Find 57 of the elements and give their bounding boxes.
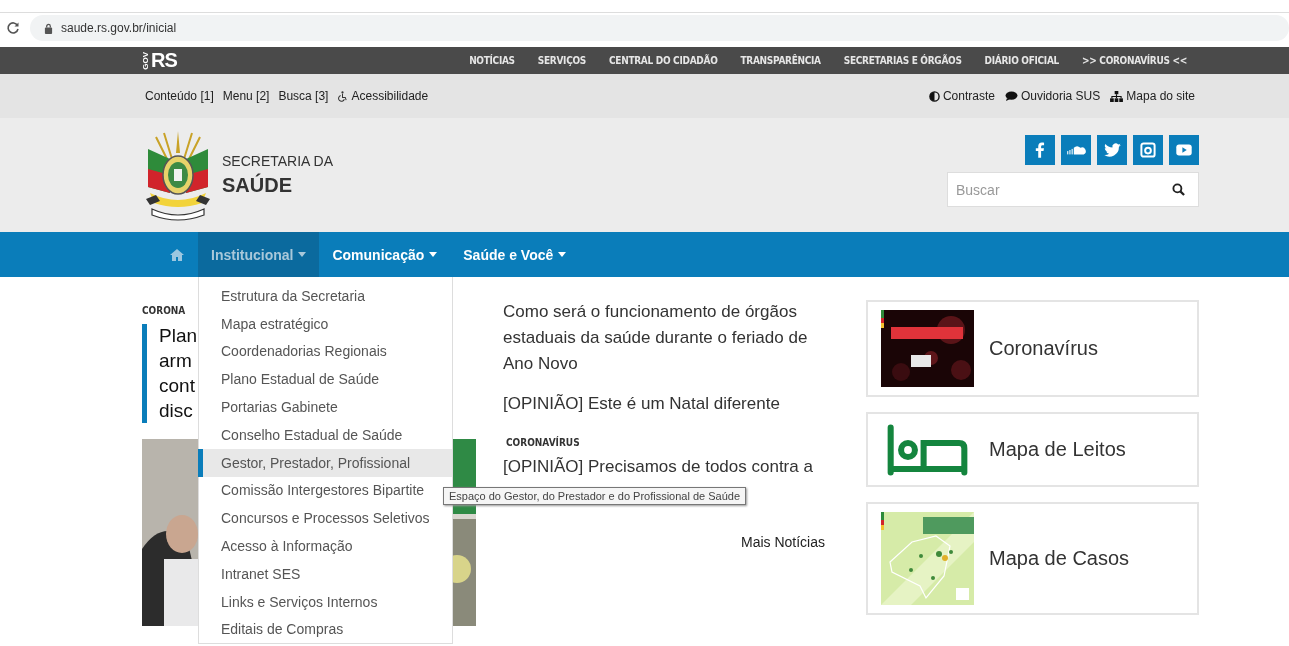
news-link[interactable]: [OPINIÃO] Precisamos de todos contra a xyxy=(503,454,830,480)
accessibility-link[interactable]: Conteúdo [1] xyxy=(145,89,214,103)
top-nav-link[interactable]: >> CORONAVÍRUS << xyxy=(1082,55,1187,66)
caret-icon xyxy=(558,252,567,257)
wheelchair-icon xyxy=(337,90,349,102)
accessibility-link[interactable]: Menu [2] xyxy=(222,89,270,103)
dropdown-item[interactable]: Portarias Gabinete xyxy=(198,393,452,421)
header-title: SAÚDE xyxy=(222,174,293,197)
lock-icon xyxy=(44,22,53,34)
top-nav-link[interactable]: DIÁRIO OFICIAL xyxy=(984,55,1059,66)
dropdown-item[interactable]: Intranet SES xyxy=(198,559,452,588)
nav-menu-item[interactable]: Comunicação xyxy=(319,232,451,277)
caret-icon xyxy=(429,252,438,257)
sitemap-icon xyxy=(1110,90,1124,102)
accessibility-link[interactable]: Busca [3] xyxy=(278,89,329,103)
twitter-icon[interactable] xyxy=(1097,135,1127,165)
soundcloud-icon[interactable] xyxy=(1061,135,1091,165)
rs-logo[interactable]: GOV RS xyxy=(142,49,177,72)
accessibility-link[interactable]: Contraste xyxy=(928,89,995,103)
nav-menu-item[interactable]: Saúde e Você xyxy=(450,232,580,277)
news-link[interactable]: Como será o funcionamento de órgãos estaduais da saúde durante o feriado de Ano Novo xyxy=(503,299,830,377)
search-field[interactable]: Buscar xyxy=(947,172,1199,207)
top-nav-link[interactable]: CENTRAL DO CIDADÃO xyxy=(609,55,718,66)
search-icon[interactable] xyxy=(1172,183,1185,196)
dropdown-item[interactable]: Gestor, Prestador, Profissional xyxy=(198,448,452,477)
header-subtitle: SECRETARIA DA xyxy=(222,153,333,169)
category-tag: CORONAVÍRUS xyxy=(506,437,830,448)
facebook-icon[interactable] xyxy=(1025,135,1055,165)
dropdown-item[interactable]: Links e Serviços Internos xyxy=(198,587,452,616)
link-card[interactable]: Mapa de Casos xyxy=(866,502,1199,615)
tooltip: Espaço do Gestor, do Prestador e do Profissional de Saúde xyxy=(443,487,747,505)
top-nav-link[interactable]: SERVIÇOS xyxy=(537,55,586,66)
news-link[interactable]: [OPINIÃO] Este é um Natal diferente xyxy=(503,391,830,417)
caret-icon xyxy=(298,252,307,257)
reload-icon[interactable] xyxy=(6,21,20,35)
contrast-icon xyxy=(928,90,940,102)
accessibility-link[interactable]: Ouvidoria SUS xyxy=(1004,89,1101,103)
top-nav-link[interactable]: NOTÍCIAS xyxy=(469,55,515,66)
url-text[interactable]: saude.rs.gov.br/inicial xyxy=(61,21,177,35)
link-card[interactable]: Mapa de Leitos xyxy=(866,412,1199,487)
accessibility-link[interactable]: Acessibilidade xyxy=(337,89,429,103)
dropdown-item[interactable]: Coordenadorias Regionais xyxy=(198,337,452,366)
more-news-link[interactable]: Mais Notícias xyxy=(740,534,825,550)
link-card[interactable]: Coronavírus xyxy=(866,300,1199,397)
top-nav-link[interactable]: SECRETARIAS E ÓRGÃOS xyxy=(843,55,962,66)
home-icon[interactable] xyxy=(170,248,184,261)
dropdown-item[interactable]: Plano Estadual de Saúde xyxy=(198,365,452,394)
speech-bubble-icon xyxy=(1004,90,1018,102)
accessibility-link[interactable]: Mapa do site xyxy=(1110,89,1195,103)
dropdown-item[interactable]: Editais de Compras xyxy=(198,615,452,644)
youtube-icon[interactable] xyxy=(1169,135,1199,165)
instagram-icon[interactable] xyxy=(1133,135,1163,165)
dropdown-item[interactable]: Conselho Estadual de Saúde xyxy=(198,421,452,449)
dropdown-item[interactable]: Concursos e Processos Seletivos xyxy=(198,504,452,533)
headline-block[interactable]: Plan arm cont disc xyxy=(142,324,197,423)
dropdown-item[interactable]: Acesso à Informação xyxy=(198,532,452,560)
top-nav-link[interactable]: TRANSPARÊNCIA xyxy=(740,55,821,66)
